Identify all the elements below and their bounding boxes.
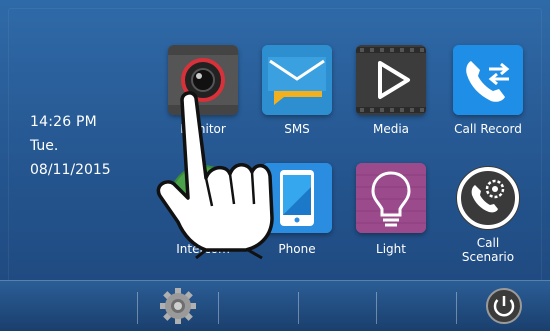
intercom-icon bbox=[170, 165, 236, 231]
settings-button[interactable] bbox=[150, 284, 206, 328]
app-call-scenario-label-line1: Call bbox=[476, 236, 500, 250]
call-scenario-icon bbox=[456, 166, 520, 230]
home-screen: 14:26 PM Tue. 08/11/2015 Monitor SMS Med… bbox=[0, 0, 550, 331]
envelope-icon bbox=[262, 45, 332, 115]
bar-divider bbox=[456, 292, 457, 324]
clock-weekday: Tue. bbox=[30, 138, 59, 154]
app-phone-button[interactable] bbox=[262, 163, 332, 233]
clock-time: 14:26 PM bbox=[30, 114, 97, 130]
app-sms-button[interactable] bbox=[262, 45, 332, 115]
power-button[interactable] bbox=[476, 284, 532, 328]
call-record-icon bbox=[453, 45, 523, 115]
clock-date: 08/11/2015 bbox=[30, 162, 111, 178]
app-call-scenario-label: Call Scenario bbox=[433, 236, 543, 264]
app-call-record-button[interactable] bbox=[453, 45, 523, 115]
app-monitor-button[interactable] bbox=[168, 45, 238, 115]
app-light-button[interactable] bbox=[356, 163, 426, 233]
bar-divider bbox=[137, 292, 138, 324]
app-call-scenario-button[interactable] bbox=[453, 163, 523, 233]
camera-icon bbox=[168, 45, 238, 115]
bottom-bar bbox=[0, 280, 550, 331]
bar-divider bbox=[218, 292, 219, 324]
bar-divider bbox=[298, 292, 299, 324]
app-media-label: Media bbox=[372, 122, 410, 136]
app-call-record-label: Call Record bbox=[454, 122, 522, 136]
power-icon bbox=[486, 288, 522, 324]
app-light-label: Light bbox=[376, 242, 406, 256]
lightbulb-icon bbox=[356, 163, 426, 233]
app-media-button[interactable] bbox=[356, 45, 426, 115]
gear-icon bbox=[160, 288, 196, 324]
play-icon bbox=[356, 45, 426, 115]
clock-panel: 14:26 PM Tue. 08/11/2015 bbox=[30, 110, 111, 182]
app-intercom-button[interactable] bbox=[168, 163, 238, 233]
app-call-scenario-label-line2: Scenario bbox=[461, 250, 515, 264]
phone-icon bbox=[262, 163, 332, 233]
bar-divider bbox=[376, 292, 377, 324]
